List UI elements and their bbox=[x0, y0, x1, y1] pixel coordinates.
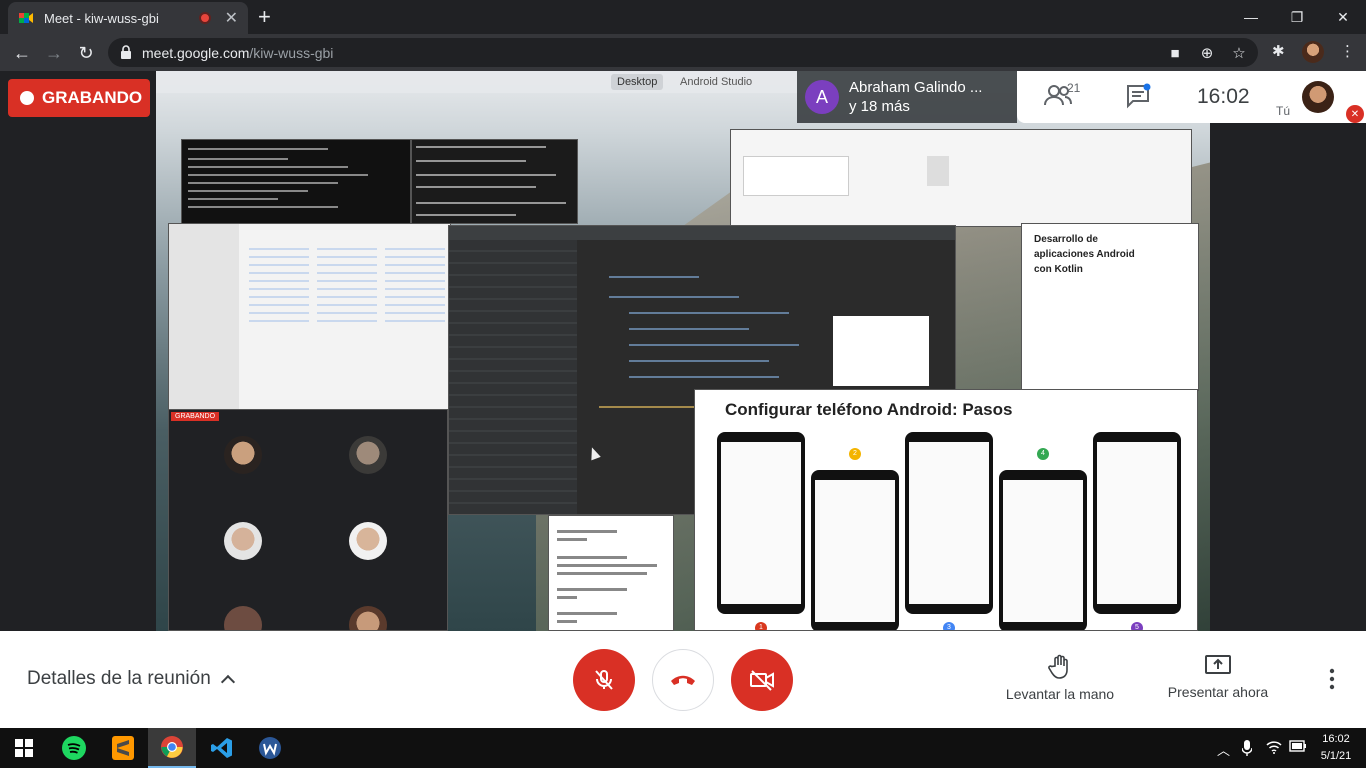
sublime-text-icon[interactable] bbox=[99, 728, 147, 768]
meet-top-right-panel: 21 16:02 Tú ✕ bbox=[1017, 71, 1366, 123]
recording-label: GRABANDO bbox=[42, 88, 143, 107]
layout-preview bbox=[833, 316, 929, 386]
participant-count: 21 bbox=[1067, 81, 1081, 95]
step-3-badge: 3 bbox=[943, 622, 955, 630]
file-manager-window bbox=[168, 223, 451, 411]
reload-icon[interactable]: ↻ bbox=[74, 41, 98, 65]
meet-favicon-icon bbox=[19, 13, 33, 23]
chrome-menu-icon[interactable]: ⋮ bbox=[1340, 42, 1355, 60]
forward-icon[interactable]: → bbox=[42, 41, 66, 65]
browser-window-thumbnail bbox=[730, 129, 1192, 227]
build-log-window bbox=[411, 139, 578, 224]
tray-expand-icon[interactable]: ︿ bbox=[1217, 740, 1230, 759]
camera-toggle-button[interactable] bbox=[731, 649, 793, 711]
address-bar[interactable]: meet.google.com/kiw-wuss-gbi ■ ⊕ ☆ bbox=[108, 38, 1258, 67]
bookmark-star-icon[interactable]: ☆ bbox=[1230, 44, 1248, 62]
windows-taskbar: ︿ 16:02 5/1/21 bbox=[0, 728, 1366, 768]
taskbar-date: 5/1/21 bbox=[1320, 750, 1352, 762]
meeting-grid-thumbnail: GRABANDO bbox=[168, 409, 448, 631]
step-5-badge: 5 bbox=[1131, 622, 1143, 630]
mic-off-icon bbox=[595, 670, 613, 690]
chevron-up-icon bbox=[220, 674, 235, 690]
tray-wifi-icon[interactable] bbox=[1266, 740, 1282, 757]
presenter-name: Abraham Galindo ... bbox=[849, 79, 983, 96]
terminal-window bbox=[181, 139, 411, 224]
slide-title: Configurar teléfono Android: Pasos bbox=[725, 400, 1013, 419]
whiteboard-app-icon[interactable] bbox=[246, 728, 294, 768]
lock-icon bbox=[121, 45, 131, 59]
taskbar-time: 16:02 bbox=[1322, 733, 1350, 745]
leave-call-button[interactable] bbox=[652, 649, 714, 711]
hang-up-icon bbox=[671, 675, 695, 685]
camera-off-icon bbox=[750, 670, 774, 691]
url-text: meet.google.com/kiw-wuss-gbi bbox=[142, 45, 334, 61]
raise-hand-label: Levantar la mano bbox=[1005, 686, 1115, 702]
zoom-icon[interactable]: ⊕ bbox=[1198, 44, 1216, 62]
shared-tab-desktop: Desktop bbox=[611, 74, 664, 90]
browser-titlebar: Meet - kiw-wuss-gbi ✕ + — ❐ ✕ bbox=[0, 0, 1366, 34]
restore-icon[interactable]: ❐ bbox=[1274, 0, 1320, 34]
meeting-details-button[interactable]: Detalles de la reunión bbox=[27, 668, 235, 690]
tab-title: Meet - kiw-wuss-gbi bbox=[44, 10, 159, 26]
step-4-badge: 4 bbox=[1037, 448, 1049, 460]
browser-tab[interactable]: Meet - kiw-wuss-gbi ✕ bbox=[8, 2, 248, 34]
meet-main: GRABANDO Desktop Android Studio Desarrol… bbox=[0, 71, 1366, 631]
extensions-icon[interactable]: ✱ bbox=[1272, 42, 1285, 60]
taskbar-clock[interactable]: 16:02 5/1/21 bbox=[1314, 731, 1358, 765]
camera-permission-icon[interactable]: ■ bbox=[1166, 44, 1184, 62]
presenter-more: y 18 más bbox=[849, 98, 910, 115]
record-dot-icon bbox=[20, 91, 34, 105]
doc-title: Desarrollo de aplicaciones Android con K… bbox=[1034, 234, 1135, 275]
grid-recording-badge: GRABANDO bbox=[171, 412, 220, 421]
chat-panel-thumbnail bbox=[548, 515, 674, 631]
meeting-details-label: Detalles de la reunión bbox=[27, 668, 211, 689]
recording-indicator-icon bbox=[198, 12, 211, 24]
chrome-taskbar-icon[interactable] bbox=[148, 728, 196, 768]
screen: Meet - kiw-wuss-gbi ✕ + — ❐ ✕ ← → ↻ meet… bbox=[0, 0, 1366, 768]
meeting-clock: 16:02 bbox=[1197, 85, 1250, 108]
course-document: Desarrollo de aplicaciones Android con K… bbox=[1021, 223, 1199, 391]
browser-toolbar: ← → ↻ meet.google.com/kiw-wuss-gbi ■ ⊕ ☆… bbox=[0, 34, 1366, 71]
vscode-icon[interactable] bbox=[198, 728, 246, 768]
tray-mic-icon[interactable] bbox=[1241, 740, 1253, 759]
presenter-info[interactable]: A Abraham Galindo ... y 18 más bbox=[797, 71, 1017, 123]
more-options-icon[interactable] bbox=[1326, 667, 1338, 696]
spotify-icon[interactable] bbox=[50, 728, 98, 768]
presenter-avatar: A bbox=[805, 80, 839, 114]
new-tab-icon[interactable]: + bbox=[258, 6, 271, 28]
hand-icon bbox=[1048, 654, 1068, 679]
self-avatar[interactable] bbox=[1302, 81, 1334, 113]
minimize-icon[interactable]: — bbox=[1228, 0, 1274, 34]
present-now-button[interactable]: Presentar ahora bbox=[1158, 653, 1278, 700]
present-screen-icon bbox=[1205, 655, 1231, 674]
participants-button[interactable]: 21 bbox=[1043, 81, 1080, 112]
chat-icon bbox=[1127, 83, 1151, 109]
presentation-screen: Desktop Android Studio Desarrollo de apl… bbox=[156, 71, 1210, 631]
step-2-badge: 2 bbox=[849, 448, 861, 460]
raise-hand-button[interactable]: Levantar la mano bbox=[1000, 653, 1120, 702]
slide-window: Configurar teléfono Android: Pasos 1 2 3… bbox=[694, 389, 1198, 631]
tray-battery-icon[interactable] bbox=[1289, 740, 1307, 755]
tab-close-icon[interactable]: ✕ bbox=[225, 8, 238, 28]
window-close-icon[interactable]: ✕ bbox=[1320, 0, 1366, 34]
microphone-toggle-button[interactable] bbox=[573, 649, 635, 711]
present-now-label: Presentar ahora bbox=[1167, 684, 1269, 700]
back-icon[interactable]: ← bbox=[10, 41, 34, 65]
recording-badge[interactable]: GRABANDO bbox=[8, 79, 150, 117]
chat-button[interactable] bbox=[1125, 83, 1151, 114]
step-1-badge: 1 bbox=[755, 622, 767, 630]
self-label: Tú bbox=[1276, 104, 1291, 118]
windows-start-icon[interactable] bbox=[0, 728, 48, 768]
meet-control-bar: Detalles de la reunión Levantar la mano … bbox=[0, 631, 1366, 728]
shared-tab-android-studio: Android Studio bbox=[680, 76, 753, 88]
profile-avatar[interactable] bbox=[1302, 41, 1324, 63]
self-muted-icon: ✕ bbox=[1346, 105, 1364, 123]
